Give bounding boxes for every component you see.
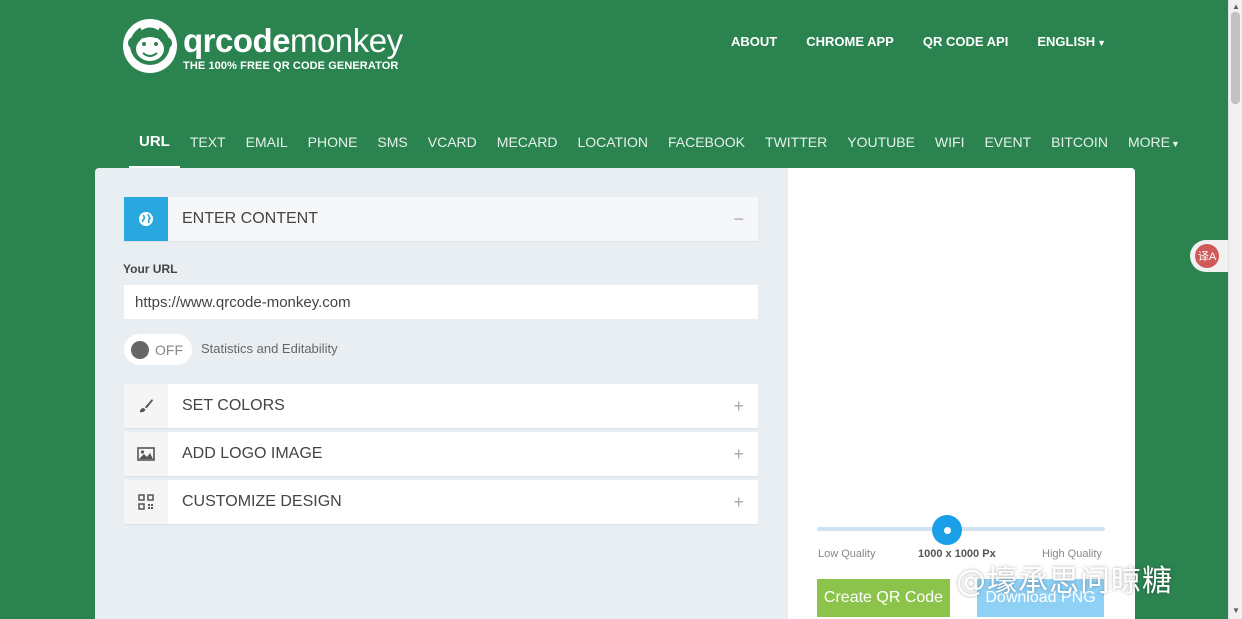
section-add-logo-label: ADD LOGO IMAGE [182,445,323,462]
translate-widget[interactable]: 译A [1190,240,1230,272]
page-scrollbar[interactable]: ▲ ▼ [1228,0,1242,619]
toggle-knob [131,340,149,359]
section-enter-content-label: ENTER CONTENT [182,210,318,227]
tab-twitter[interactable]: TWITTER [755,134,837,168]
tab-more[interactable]: MORE▼ [1118,134,1190,168]
tab-location[interactable]: LOCATION [567,134,658,168]
expand-icon[interactable]: + [733,492,744,513]
section-customize-design[interactable]: CUSTOMIZE DESIGN + [124,480,758,524]
site-header: qrcodemonkey THE 100% FREE QR CODE GENER… [0,0,1228,110]
qr-type-tabs: URL TEXT EMAIL PHONE SMS VCARD MECARD LO… [129,134,1190,168]
low-quality-label: Low Quality [818,548,876,560]
image-icon [124,432,168,476]
paint-brush-icon [124,384,168,428]
expand-icon[interactable]: + [733,444,744,465]
toggle-state: OFF [155,341,183,358]
tab-url[interactable]: URL [129,134,180,168]
watermark-text: @壕承思问晾糖 [956,564,1173,599]
tab-vcard[interactable]: VCARD [418,134,487,168]
language-dropdown[interactable]: ENGLISH ▼ [1037,34,1106,49]
monkey-logo-icon [123,19,177,73]
chevron-down-icon: ▼ [1170,139,1180,149]
nav-api-link[interactable]: QR CODE API [923,34,1008,49]
tab-facebook[interactable]: FACEBOOK [658,134,755,168]
nav-chrome-app-link[interactable]: CHROME APP [806,34,894,49]
tab-phone[interactable]: PHONE [298,134,368,168]
tab-more-label: MORE [1127,134,1170,150]
section-set-colors-label: SET COLORS [182,397,285,414]
top-navigation: ABOUT CHROME APP QR CODE API ENGLISH ▼ [731,34,1135,49]
scrollbar-thumb[interactable] [1231,12,1240,104]
translate-icon: 译A [1195,244,1219,268]
brand-name: qrcodemonkey [183,22,403,59]
brand-logo[interactable]: qrcodemonkey THE 100% FREE QR CODE GENER… [123,19,403,73]
tab-event[interactable]: EVENT [974,134,1041,168]
tab-mecard[interactable]: MECARD [487,134,568,168]
statistics-caption: Statistics and Editability [201,341,338,356]
create-qr-code-button[interactable]: Create QR Code [817,579,950,617]
qr-code-icon [124,480,168,524]
globe-icon [124,197,168,241]
chevron-down-icon: ▼ [1097,38,1107,48]
scroll-up-icon[interactable]: ▲ [1232,2,1240,11]
tab-youtube[interactable]: YOUTUBE [837,134,925,168]
nav-about-link[interactable]: ABOUT [731,34,777,49]
scroll-down-icon[interactable]: ▼ [1232,606,1240,615]
collapse-icon[interactable]: − [733,209,744,230]
section-customize-design-label: CUSTOMIZE DESIGN [182,493,342,510]
brand-tagline: THE 100% FREE QR CODE GENERATOR [183,60,399,72]
url-field-label: Your URL [123,262,178,276]
language-label: ENGLISH [1037,34,1096,49]
tab-sms[interactable]: SMS [367,134,417,168]
tab-wifi[interactable]: WIFI [925,134,975,168]
section-set-colors[interactable]: SET COLORS + [124,384,758,428]
tab-email[interactable]: EMAIL [236,134,298,168]
tab-text[interactable]: TEXT [180,134,236,168]
section-add-logo[interactable]: ADD LOGO IMAGE + [124,432,758,476]
section-enter-content[interactable]: ENTER CONTENT − [124,197,758,241]
quality-slider-handle[interactable] [932,515,962,545]
expand-icon[interactable]: + [733,396,744,417]
tab-bitcoin[interactable]: BITCOIN [1041,134,1118,168]
url-input[interactable] [124,285,758,319]
statistics-toggle[interactable]: OFF [124,334,192,365]
